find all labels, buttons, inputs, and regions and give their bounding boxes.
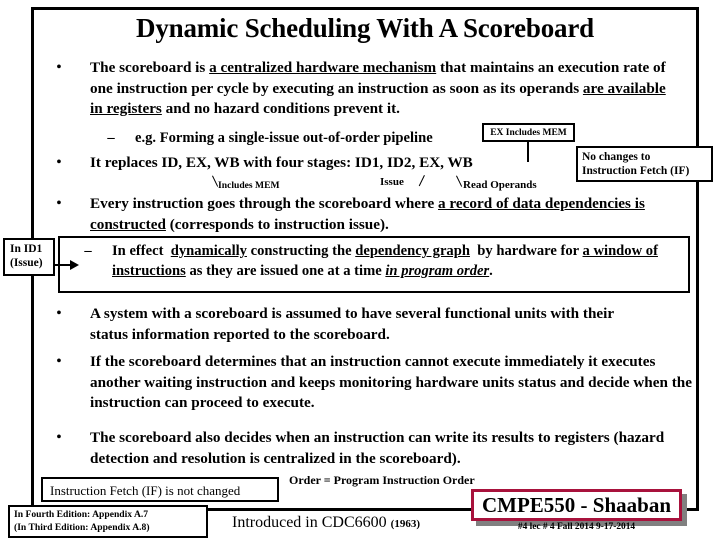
callout-in-id1-issue: In ID1 (Issue) — [3, 238, 55, 276]
bullet-text: If the scoreboard determines that an ins… — [90, 353, 692, 411]
bullet-cannot-execute-immediately: • If the scoreboard determines that an i… — [52, 352, 692, 414]
label-read-operands: Read Operands — [463, 179, 537, 191]
callout-text-line2: (Issue) — [10, 257, 43, 269]
emphasis-dynamically: dynamically — [170, 243, 247, 259]
bullet-text: The scoreboard is a centralized hardware… — [90, 59, 666, 118]
callout-no-changes-instruction-fetch: No changes to Instruction Fetch (IF) — [576, 146, 713, 182]
bullet-marker: • — [56, 196, 62, 211]
edition-line2: (In Third Edition: Appendix A.8) — [14, 521, 150, 533]
emphasis-centralized-hardware-mechanism: a centralized hardware mechanism — [209, 59, 437, 76]
bullet-write-results-to-registers: • The scoreboard also decides when an in… — [52, 428, 692, 469]
label-includes-mem: Includes MEM — [218, 180, 280, 191]
callout-text: Instruction Fetch (IF) is not changed — [50, 483, 241, 498]
emphasis-dependency-graph: dependency graph — [355, 243, 470, 259]
bullet-text: The scoreboard also decides when an inst… — [90, 429, 665, 467]
callout-ex-includes-mem: EX Includes MEM — [482, 123, 575, 142]
callout-text-line1: No changes to — [582, 151, 651, 163]
callout-edition-appendix: In Fourth Edition: Appendix A.7 (In Thir… — [8, 505, 208, 538]
emphasis-record-of-data-dependencies: a record of data dependencies is constru… — [90, 195, 645, 233]
bullet-marker: • — [56, 354, 62, 369]
bullet-replaces-stages: • It replaces ID, EX, WB with four stage… — [52, 153, 572, 174]
bullet-text: A system with a scoreboard is assumed to… — [90, 305, 614, 343]
bullet-text: It replaces ID, EX, WB with four stages:… — [90, 154, 473, 171]
bullet-marker: • — [56, 60, 62, 75]
lecture-meta: #4 lec # 4 Fall 2014 9-17-2014 — [517, 522, 636, 532]
arrow-head-in-id1 — [70, 260, 79, 270]
sub-bullet-single-issue-pipeline: – e.g. Forming a single-issue out-of-ord… — [105, 128, 525, 148]
sub-bullet-marker: – — [84, 243, 92, 259]
bullet-marker: • — [56, 155, 62, 170]
brand-badge: CMPE550 - Shaaban — [471, 489, 682, 521]
note-introduced-cdc6600: Introduced in CDC6600 (1963) — [232, 514, 420, 532]
emphasis-in-program-order: in program order — [385, 263, 490, 279]
leader-line-ex-includes-mem — [527, 142, 529, 162]
callout-instruction-fetch-not-changed: Instruction Fetch (IF) is not changed — [41, 477, 279, 502]
bullet-text: Every instruction goes through the score… — [90, 195, 645, 233]
slide-canvas: Dynamic Scheduling With A Scoreboard • T… — [0, 0, 720, 540]
edition-line1: In Fourth Edition: Appendix A.7 — [14, 509, 149, 520]
emphasis-available-in-registers: are available in registers — [90, 79, 666, 118]
bullet-marker: • — [56, 430, 62, 445]
introduced-label: Introduced in CDC6600 — [232, 514, 387, 531]
brand-label: CMPE550 - Shaaban — [481, 492, 672, 517]
bullet-scoreboard-definition: • The scoreboard is a centralized hardwa… — [52, 58, 682, 120]
bullet-marker: • — [56, 306, 62, 321]
note-program-instruction-order: Order = Program Instruction Order — [289, 473, 475, 487]
callout-text-line2: Instruction Fetch (IF) — [582, 165, 690, 177]
bullet-record-of-data-dependencies: • Every instruction goes through the sco… — [52, 194, 682, 235]
sub-bullet-marker: – — [107, 130, 115, 146]
label-issue: Issue — [380, 176, 404, 188]
sub-bullet-dependency-graph: – In effect dynamically constructing the… — [82, 241, 682, 281]
page-title: Dynamic Scheduling With A Scoreboard — [136, 13, 594, 43]
sub-bullet-text: In effect dynamically constructing the d… — [112, 243, 658, 279]
sub-bullet-text: e.g. Forming a single-issue out-of-order… — [135, 130, 433, 146]
bullet-functional-units-status: • A system with a scoreboard is assumed … — [52, 304, 652, 345]
callout-text-line1: In ID1 — [10, 243, 43, 255]
callout-text: EX Includes MEM — [490, 128, 567, 138]
introduced-year: (1963) — [390, 518, 420, 530]
